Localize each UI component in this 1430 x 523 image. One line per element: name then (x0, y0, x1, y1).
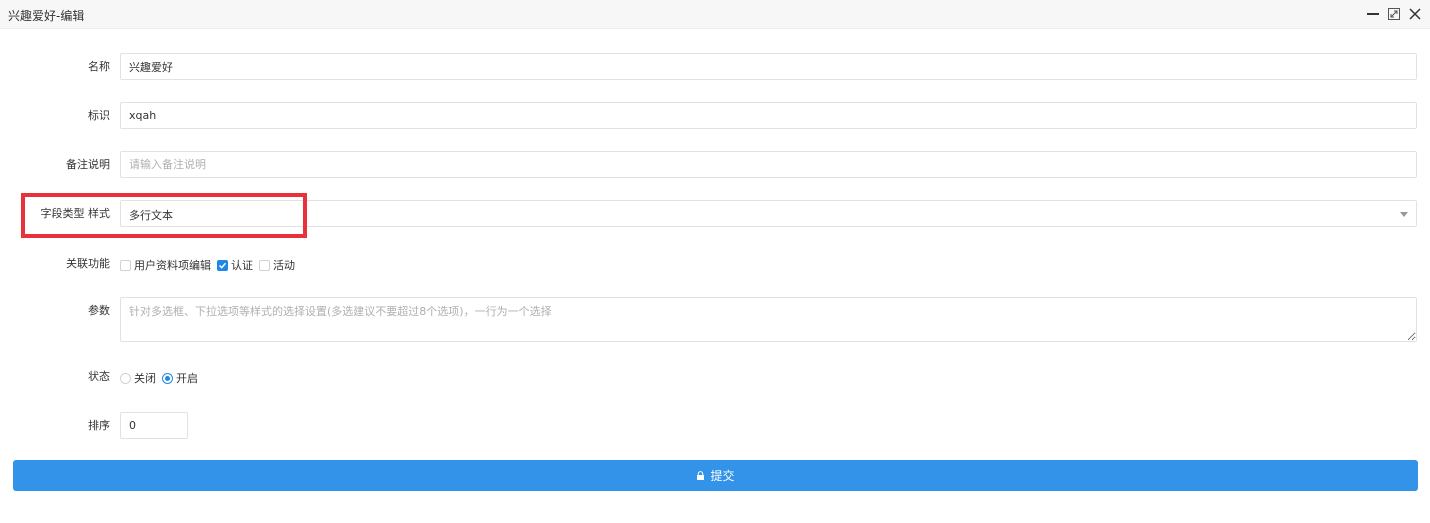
checkbox-box (120, 259, 131, 271)
params-label: 参数 (88, 304, 110, 317)
related-label: 关联功能 (66, 257, 110, 270)
sort-label: 排序 (88, 419, 110, 432)
checkbox-certification[interactable]: 认证 (217, 257, 253, 273)
maximize-icon (1388, 8, 1400, 20)
checkbox-box (259, 259, 270, 271)
related-checkbox-group: 用户资料项编辑 认证 活动 (120, 257, 301, 273)
name-input[interactable] (120, 53, 1417, 80)
submit-label: 提交 (710, 469, 735, 483)
field-type-label: 字段类型 样式 (40, 207, 111, 220)
submit-button[interactable]: 提交 (13, 460, 1418, 491)
window-controls (1361, 5, 1424, 23)
checkbox-label: 认证 (231, 259, 253, 272)
checkbox-activity[interactable]: 活动 (259, 257, 295, 273)
checkbox-user-profile-edit[interactable]: 用户资料项编辑 (120, 257, 211, 273)
minimize-button[interactable] (1364, 5, 1382, 23)
field-type-select[interactable]: 多行文本 (120, 200, 1417, 227)
checkbox-label: 用户资料项编辑 (134, 259, 211, 272)
params-textarea[interactable] (120, 297, 1417, 342)
radio-circle (162, 372, 173, 384)
field-type-selected-value: 多行文本 (129, 209, 173, 222)
checkmark-icon (218, 262, 227, 269)
edit-dialog: 兴趣爱好-编辑 名称 标识 备注说明 (0, 0, 1430, 523)
dialog-title: 兴趣爱好-编辑 (8, 9, 85, 23)
radio-label: 开启 (176, 372, 198, 385)
lock-icon (697, 471, 705, 480)
sort-input[interactable] (120, 412, 188, 439)
radio-label: 关闭 (134, 372, 156, 385)
radio-status-off[interactable]: 关闭 (120, 370, 156, 386)
radio-circle (120, 372, 131, 384)
radio-status-on[interactable]: 开启 (162, 370, 198, 386)
status-radio-group: 关闭 开启 (120, 370, 204, 386)
checkbox-label: 活动 (273, 259, 295, 272)
chevron-down-icon (1400, 212, 1408, 217)
close-button[interactable] (1406, 5, 1424, 23)
title-bar: 兴趣爱好-编辑 (0, 0, 1430, 29)
identifier-label: 标识 (88, 109, 110, 122)
remark-label: 备注说明 (66, 158, 110, 171)
checkbox-box (217, 259, 228, 271)
identifier-input[interactable] (120, 102, 1417, 129)
maximize-button[interactable] (1385, 5, 1403, 23)
minimize-icon (1367, 13, 1379, 15)
status-label: 状态 (88, 370, 110, 383)
name-label: 名称 (88, 60, 110, 73)
close-icon (1409, 8, 1421, 20)
remark-input[interactable] (120, 151, 1417, 178)
